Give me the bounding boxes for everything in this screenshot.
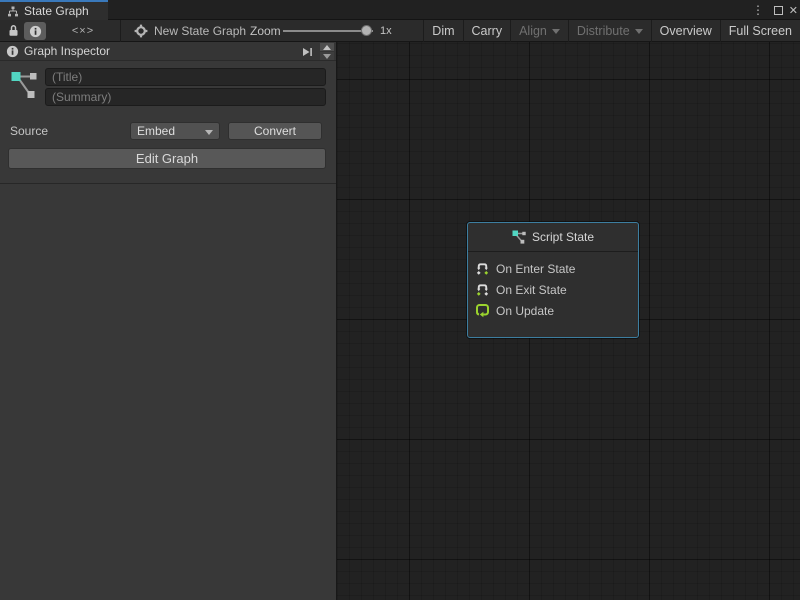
- scroll-up-button[interactable]: [320, 43, 334, 51]
- state-graph-asset-icon: [11, 69, 38, 99]
- dim-label: Dim: [432, 21, 454, 42]
- carry-label: Carry: [472, 21, 503, 42]
- distribute-button[interactable]: Distribute: [568, 20, 651, 42]
- node-item-label: On Enter State: [496, 262, 575, 276]
- graph-inspector-panel: Graph Inspector Source Embed: [0, 42, 336, 600]
- align-button[interactable]: Align: [510, 20, 568, 42]
- overview-label: Overview: [660, 21, 712, 42]
- source-dropdown[interactable]: Embed: [130, 122, 220, 140]
- zoom-slider-knob[interactable]: [361, 25, 372, 36]
- lock-icon: [8, 24, 19, 37]
- list-item: On Exit State: [475, 279, 638, 300]
- graph-name-label: New State Graph: [154, 24, 246, 38]
- overview-button[interactable]: Overview: [651, 20, 720, 42]
- zoom-slider-track[interactable]: [283, 30, 373, 32]
- dock-icon: [301, 46, 313, 58]
- inspector-toggle-button[interactable]: [24, 22, 46, 40]
- info-icon: [6, 45, 19, 58]
- close-icon[interactable]: ✕: [789, 0, 798, 20]
- tab-state-graph[interactable]: State Graph: [0, 0, 108, 20]
- carry-button[interactable]: Carry: [463, 20, 511, 42]
- state-graph-mini-icon: [512, 230, 526, 244]
- toolbar-divider: [120, 20, 121, 42]
- chevron-down-icon: [635, 29, 643, 34]
- convert-button[interactable]: Convert: [228, 122, 322, 140]
- full-screen-label: Full Screen: [729, 21, 792, 42]
- zoom-label: Zoom: [250, 20, 281, 42]
- lock-button[interactable]: [4, 21, 22, 40]
- graph-asset-icon: [134, 24, 148, 38]
- node-header: Script State: [468, 223, 638, 252]
- on-update-icon: [475, 303, 490, 318]
- chevron-down-icon: [552, 29, 560, 34]
- tab-label: State Graph: [24, 4, 89, 18]
- window-menu-icon[interactable]: ⋮: [752, 0, 764, 20]
- script-state-node[interactable]: Script State On Enter State: [467, 222, 639, 338]
- code-view-button[interactable]: <×>: [68, 21, 98, 40]
- chevron-down-icon: [205, 130, 213, 135]
- state-graph-window: State Graph ⋮ ✕ <×> New Sta: [0, 0, 800, 600]
- graph-canvas[interactable]: Script State On Enter State: [336, 42, 800, 600]
- zoom-value: 1x: [380, 20, 392, 42]
- panel-scroll-stepper: [320, 43, 334, 61]
- triangle-down-icon: [323, 54, 331, 59]
- source-label: Source: [10, 122, 48, 140]
- state-graph-icon: [7, 6, 19, 17]
- distribute-label: Distribute: [577, 21, 630, 42]
- maximize-icon[interactable]: [774, 0, 783, 20]
- full-screen-button[interactable]: Full Screen: [720, 20, 800, 42]
- on-enter-state-icon: [475, 261, 490, 277]
- align-label: Align: [519, 21, 547, 42]
- graph-breadcrumb[interactable]: New State Graph: [134, 20, 246, 42]
- node-item-label: On Update: [496, 304, 554, 318]
- title-input[interactable]: [45, 68, 326, 86]
- on-exit-state-icon: [475, 282, 490, 298]
- title-bar: State Graph ⋮ ✕: [0, 0, 800, 20]
- triangle-up-icon: [323, 45, 331, 50]
- scroll-down-button[interactable]: [320, 52, 334, 60]
- node-body: On Enter State On Exit State: [468, 252, 638, 321]
- graph-toolbar: <×> New State Graph Zoom 1x Dim Carry Al…: [0, 20, 800, 42]
- node-title: Script State: [532, 230, 594, 244]
- toolbar-right-group: Dim Carry Align Distribute Overview Full…: [423, 20, 800, 42]
- summary-input[interactable]: [45, 88, 326, 106]
- dock-panel-button[interactable]: [299, 44, 314, 59]
- inspector-title: Graph Inspector: [24, 42, 110, 61]
- dim-button[interactable]: Dim: [423, 20, 462, 42]
- node-item-label: On Exit State: [496, 283, 567, 297]
- list-item: On Enter State: [475, 258, 638, 279]
- info-icon: [29, 25, 42, 38]
- list-item: On Update: [475, 300, 638, 321]
- panel-divider: [0, 183, 336, 184]
- edit-graph-button[interactable]: Edit Graph: [8, 148, 326, 169]
- inspector-header: Graph Inspector: [0, 42, 336, 61]
- source-dropdown-value: Embed: [137, 124, 175, 138]
